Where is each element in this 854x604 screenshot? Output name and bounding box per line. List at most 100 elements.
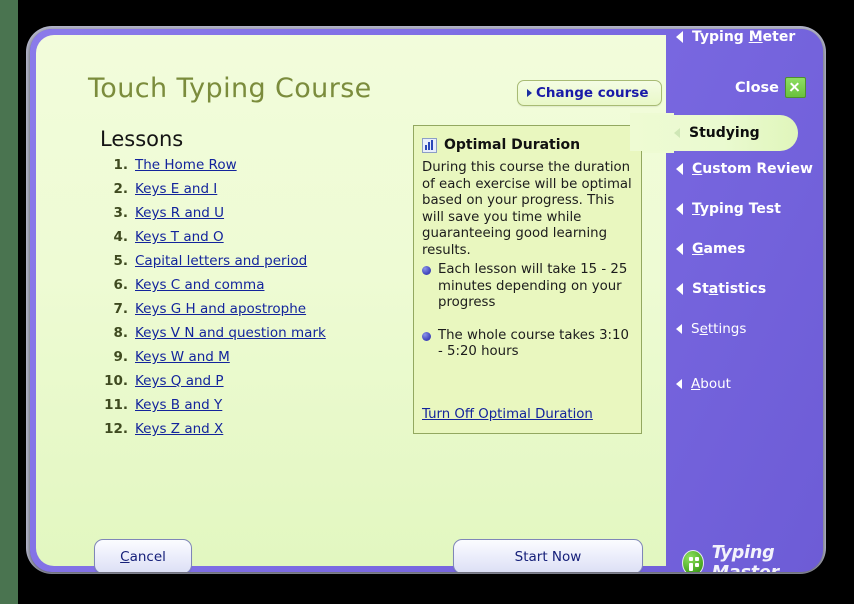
lesson-number: 10. xyxy=(104,373,128,389)
lesson-number: 11. xyxy=(104,397,128,413)
sidebar-item-studying[interactable]: Studying xyxy=(630,115,798,151)
chevron-left-icon xyxy=(676,163,683,175)
lesson-link[interactable]: Keys C and comma xyxy=(135,277,264,293)
sidebar-item-custom-review[interactable]: Custom Review xyxy=(676,161,813,177)
chevron-left-icon xyxy=(676,324,682,334)
sidebar-item-label: Statistics xyxy=(692,281,766,297)
label-accel-char: a xyxy=(708,281,719,297)
info-bullet-item: Each lesson will take 15 - 25 minutes de… xyxy=(422,262,634,312)
change-course-label: Change course xyxy=(536,85,649,101)
lesson-row: 8. Keys V N and question mark xyxy=(100,325,400,349)
lesson-row: 10. Keys Q and P xyxy=(100,373,400,397)
info-bullet-text: The whole course takes 3:10 - 5:20 hours xyxy=(438,327,629,360)
bullet-dot-icon xyxy=(422,331,431,341)
window-background: Touch Typing Course Change course Lesson… xyxy=(30,29,823,572)
info-bullet-text: Each lesson will take 15 - 25 minutes de… xyxy=(438,262,628,310)
turn-off-optimal-duration-link[interactable]: Turn Off Optimal Duration xyxy=(422,407,593,422)
cancel-accel-char: C xyxy=(120,548,130,565)
lesson-number: 1. xyxy=(113,157,128,173)
chevron-left-icon xyxy=(676,31,683,43)
lesson-row: 2. Keys E and I xyxy=(100,181,400,205)
brand-name: Typing Master xyxy=(711,543,780,572)
chevron-left-icon xyxy=(676,283,683,295)
bullet-dot-icon xyxy=(422,266,431,275)
lesson-link[interactable]: Capital letters and period xyxy=(135,253,307,269)
info-panel-bullets: Each lesson will take 15 - 25 minutes de… xyxy=(422,262,634,377)
label-pre: S xyxy=(691,321,700,337)
close-button[interactable]: Close xyxy=(735,77,806,98)
desktop-background-strip xyxy=(0,0,18,604)
label-post: eter xyxy=(762,29,796,45)
application-window: Touch Typing Course Change course Lesson… xyxy=(30,29,823,572)
sidebar-item-label: About xyxy=(691,376,731,392)
label-pre: Typing xyxy=(692,29,749,45)
lesson-row: 1. The Home Row xyxy=(100,157,400,181)
lesson-link[interactable]: Keys Q and P xyxy=(135,373,224,389)
close-x-icon[interactable] xyxy=(785,77,806,98)
lesson-row: 9. Keys W and M xyxy=(100,349,400,373)
lesson-link[interactable]: Keys B and Y xyxy=(135,397,222,413)
bar-chart-icon xyxy=(422,137,437,153)
lesson-row: 7. Keys G H and apostrophe xyxy=(100,301,400,325)
sidebar-item-statistics[interactable]: Statistics xyxy=(676,281,766,297)
change-course-button[interactable]: Change course xyxy=(517,80,662,106)
lesson-number: 3. xyxy=(113,205,128,221)
sidebar-item-label: Studying xyxy=(689,125,760,141)
lesson-link[interactable]: Keys G H and apostrophe xyxy=(135,301,306,317)
label-pre: St xyxy=(692,281,709,297)
label-post: ustom Review xyxy=(702,161,813,177)
lesson-number: 4. xyxy=(113,229,128,245)
info-panel-title: Optimal Duration xyxy=(444,137,581,153)
lesson-link[interactable]: Keys R and U xyxy=(135,205,224,221)
lesson-row: 12. Keys Z and X xyxy=(100,421,400,445)
sidebar-item-label: Settings xyxy=(691,321,746,337)
label-accel-char: A xyxy=(691,376,701,392)
label-post: yping Test xyxy=(699,201,781,217)
page-title: Touch Typing Course xyxy=(88,73,372,104)
lesson-number: 5. xyxy=(113,253,128,269)
lesson-number: 7. xyxy=(113,301,128,317)
triangle-right-icon xyxy=(527,89,532,97)
lesson-link[interactable]: Keys W and M xyxy=(135,349,230,365)
sidebar-item-label: Custom Review xyxy=(692,161,813,177)
lessons-list: 1. The Home Row 2. Keys E and I 3. Keys R and… xyxy=(100,157,400,445)
sidebar-item-label: Games xyxy=(692,241,745,257)
lesson-number: 6. xyxy=(113,277,128,293)
info-panel-body: During this course the duration of each … xyxy=(422,160,632,258)
lesson-link[interactable]: Keys V N and question mark xyxy=(135,325,326,341)
label-post: ttings xyxy=(707,321,747,337)
screen: Touch Typing Course Change course Lesson… xyxy=(0,0,854,604)
label-post: ames xyxy=(703,241,746,257)
brand-logo: Typing Master xyxy=(682,543,823,572)
cancel-button[interactable]: Cancel xyxy=(94,539,192,572)
lesson-row: 3. Keys R and U xyxy=(100,205,400,229)
close-label: Close xyxy=(734,79,779,96)
label-post: bout xyxy=(700,376,731,392)
start-now-button[interactable]: Start Now xyxy=(453,539,643,572)
label-accel-char: C xyxy=(692,161,703,177)
sidebar-item-typing-test[interactable]: Typing Test xyxy=(676,201,781,217)
lesson-link[interactable]: Keys T and O xyxy=(135,229,224,245)
sidebar-item-label: Typing Test xyxy=(692,201,781,217)
sidebar-item-typing-meter[interactable]: Typing Meter xyxy=(676,29,795,45)
sidebar-item-games[interactable]: Games xyxy=(676,241,745,257)
sidebar-item-settings[interactable]: Settings xyxy=(676,321,746,337)
lesson-row: 5. Capital letters and period xyxy=(100,253,400,277)
lesson-link[interactable]: Keys E and I xyxy=(135,181,217,197)
chevron-left-icon xyxy=(676,379,682,389)
lesson-link[interactable]: The Home Row xyxy=(135,157,237,173)
sidebar: Close Studying Typing Meter Custom Review… xyxy=(630,29,823,572)
chevron-left-icon xyxy=(674,128,680,138)
label-post: tistics xyxy=(718,281,767,297)
sidebar-item-about[interactable]: About xyxy=(676,376,731,392)
cancel-label-rest: ancel xyxy=(129,548,166,565)
lesson-number: 12. xyxy=(104,421,128,437)
lesson-row: 11. Keys B and Y xyxy=(100,397,400,421)
info-panel-header: Optimal Duration xyxy=(422,137,580,153)
lesson-link[interactable]: Keys Z and X xyxy=(135,421,223,437)
lesson-number: 9. xyxy=(113,349,128,365)
label-accel-char: G xyxy=(692,241,704,257)
label-accel-char: e xyxy=(699,321,708,337)
label-accel-char: T xyxy=(692,201,700,217)
sidebar-item-label: Typing Meter xyxy=(692,29,795,45)
